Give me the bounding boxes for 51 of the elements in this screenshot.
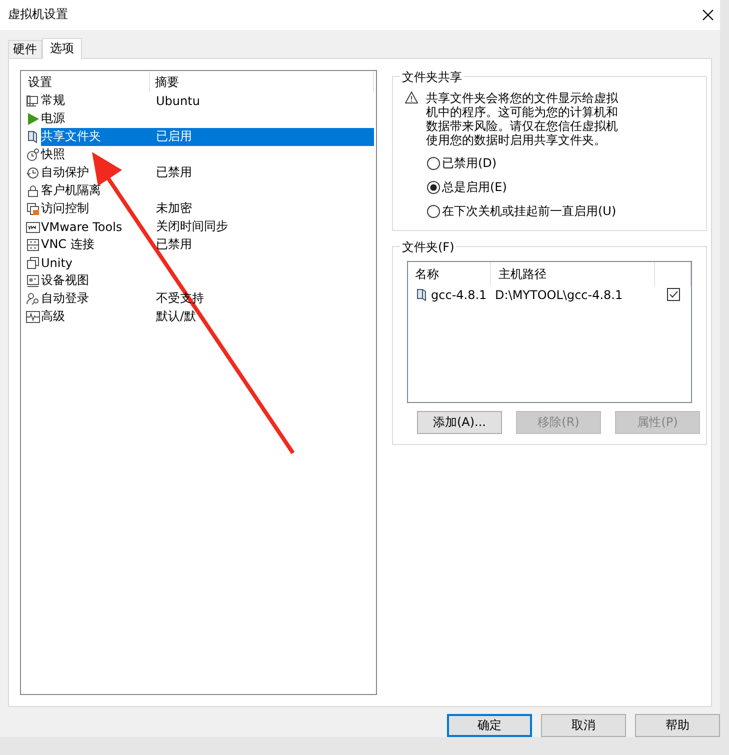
tab[interactable]: 硬件 [8, 40, 42, 58]
group-title: 文件夹共享 [400, 68, 464, 86]
dialog-button[interactable]: 确定 [447, 714, 532, 737]
checkbox[interactable] [667, 288, 680, 302]
radio-button[interactable] [427, 156, 440, 170]
settings-row[interactable]: 自动保护 已禁用 [41, 164, 374, 182]
table-cell: gcc-4.8.1 [431, 288, 487, 302]
tab[interactable]: 选项 [42, 38, 82, 59]
waveform-icon [26, 310, 40, 324]
windows-icon [26, 256, 40, 270]
settings-row[interactable]: VNC 连接 已禁用 [41, 236, 374, 254]
radio-button[interactable] [427, 180, 440, 194]
clock-icon [26, 148, 40, 162]
settings-row[interactable]: 常规 Ubuntu [41, 92, 374, 110]
settings-row[interactable]: VMware Tools 关闭时间同步 [41, 218, 374, 236]
column-header[interactable]: 摘要 [150, 72, 374, 92]
close-icon[interactable] [702, 8, 714, 21]
history-icon [26, 166, 40, 180]
play-icon [26, 112, 40, 126]
settings-row[interactable]: 快照 [41, 146, 374, 164]
table-cell-text: D:\MYTOOL\gcc-4.8.1 [494, 288, 624, 302]
folder-icon [415, 288, 428, 302]
warning-icon [405, 90, 418, 104]
settings-row[interactable]: 电源 [41, 110, 374, 128]
device-view-icon [26, 274, 40, 288]
radio-option[interactable]: 在下次关机或挂起前一直启用(U) [427, 202, 694, 220]
settings-row[interactable]: 设备视图 [41, 272, 374, 290]
settings-row[interactable]: 高级 默认/默 [41, 308, 374, 326]
dialog-button[interactable]: 帮助 [635, 714, 720, 737]
monitor-icon [26, 94, 40, 108]
column-header[interactable]: 名称 [408, 262, 492, 286]
window-title: 虚拟机设置 [8, 6, 68, 24]
settings-row[interactable]: 客户机隔离 [41, 182, 374, 200]
column-header[interactable]: 设置 [23, 72, 150, 92]
settings-row[interactable]: Unity [41, 254, 374, 272]
folder-button[interactable]: 添加(A)... [417, 410, 502, 434]
radio-option[interactable]: 已禁用(D) [427, 154, 694, 172]
group-title: 文件夹(F) [400, 238, 456, 256]
settings-row[interactable]: 访问控制 未加密 [41, 200, 374, 218]
access-lock-icon [26, 202, 40, 216]
column-header[interactable]: 主机路径 [491, 262, 656, 286]
network-icon [26, 238, 40, 252]
radio-option[interactable]: 总是启用(E) [427, 178, 694, 196]
warning-text: 共享文件夹会将您的文件显示给虚拟机中的程序。这可能为您的计算机和数据带来风险。请仅在您信任虚拟机使用您的数据时启用共享文件夹。 [426, 90, 619, 147]
lock-icon [26, 184, 40, 198]
folder-icon [26, 130, 40, 144]
radio-button[interactable] [427, 204, 440, 218]
dialog-button[interactable]: 取消 [541, 714, 626, 737]
user-key-icon [26, 292, 40, 306]
vm-icon [26, 220, 40, 234]
settings-row[interactable]: 共享文件夹 已启用 [41, 128, 374, 146]
